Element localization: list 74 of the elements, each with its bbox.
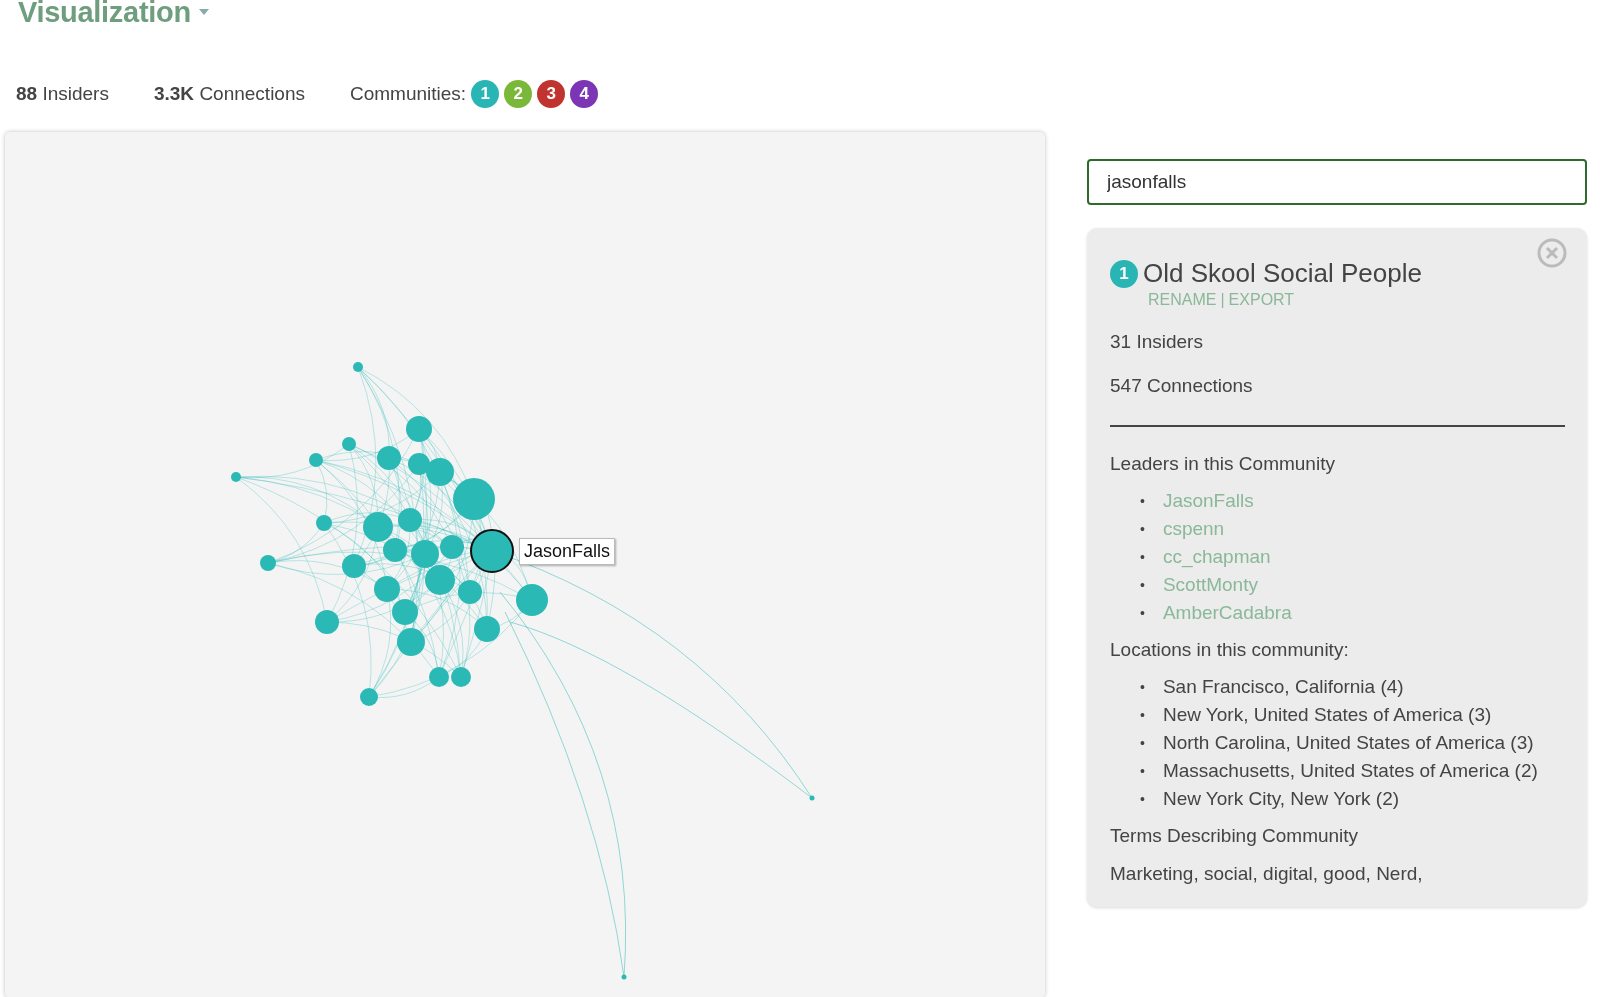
stat-text: 3.3K Connections [153,83,305,105]
bullet-text: • [1140,548,1145,567]
insiders-count: 31 Insiders [1110,331,1204,353]
community-badge[interactable]: 4 [570,80,599,108]
stat-text: 88 Insiders [16,83,109,105]
communities-label: Communities: [350,83,467,105]
community-badge[interactable]: 2 [504,80,533,108]
graph-node[interactable] [440,535,464,559]
leader-link[interactable]: ScottMonty [1162,571,1258,599]
graph-node[interactable] [377,446,401,470]
separator-text: | [1220,291,1225,309]
graph-node[interactable] [363,512,393,542]
graph-node[interactable] [809,795,815,801]
graph-node[interactable] [426,458,454,486]
graph-node[interactable] [353,362,363,372]
community-badge[interactable]: 3 [537,80,566,108]
location-text: New York, United States of America (3) [1162,703,1492,727]
bullet-text: • [1140,706,1145,725]
graph-node[interactable] [316,515,332,531]
graph-node[interactable] [429,667,449,687]
section-heading: Terms Describing Community [1110,825,1360,847]
bullet-text: • [1140,492,1145,511]
location-text: North Carolina, United States of America (3) [1162,731,1534,755]
section-heading: Leaders in this Community [1110,453,1336,475]
community-badge[interactable]: 1 [471,80,500,108]
graph-node[interactable] [231,472,241,482]
community-badge: 1 [1110,259,1138,288]
graph-node[interactable] [451,667,471,687]
bullet-text: • [1140,576,1145,595]
close-button[interactable] [1537,238,1567,268]
graph-node[interactable] [408,453,430,475]
location-text: San Francisco, California (4) [1162,675,1404,699]
bullet-text: • [1140,734,1145,753]
bullet-text: • [1140,790,1145,809]
graph-node[interactable] [474,616,500,642]
graph-node[interactable] [360,688,378,706]
bullet-text: • [1140,604,1145,623]
graph-node[interactable] [397,628,425,656]
rename-link[interactable]: RENAME [1148,291,1217,309]
connections-count: 547 Connections [1110,375,1254,397]
graph-node[interactable] [516,584,548,616]
graph-node[interactable] [458,580,482,604]
graph-node[interactable] [392,599,418,625]
page-title[interactable]: Visualization [18,0,191,29]
graph-node[interactable] [383,538,407,562]
community-title: Old Skool Social People [1143,258,1422,289]
selected-node[interactable] [470,529,514,573]
graph-node[interactable] [411,540,439,568]
section-heading: Locations in this community: [1110,639,1350,661]
graph-node[interactable] [309,453,323,467]
location-text: New York City, New York (2) [1162,787,1400,811]
leader-link[interactable]: cc_chapman [1162,543,1271,571]
search-field[interactable]: jasonfalls [1087,159,1587,205]
terms-text: Marketing, social, digital, good, Nerd, [1110,863,1424,885]
graph-node[interactable] [342,554,366,578]
leader-link[interactable]: AmberCadabra [1162,599,1292,627]
bullet-text: • [1140,520,1145,539]
export-link[interactable]: EXPORT [1228,291,1295,309]
graph-node[interactable] [406,416,432,442]
graph-node[interactable] [342,437,356,451]
location-text: Massachusetts, United States of America (2) [1162,759,1538,783]
graph-node[interactable] [453,478,495,520]
bullet-text: • [1140,678,1145,697]
graph-node[interactable] [374,576,400,602]
graph-node[interactable] [398,508,422,532]
caret-icon[interactable] [198,9,209,15]
node-tooltip: JasonFalls [519,538,616,565]
graph-node[interactable] [315,610,339,634]
leader-link[interactable]: JasonFalls [1162,487,1254,515]
graph-node[interactable] [425,565,455,595]
bullet-text: • [1140,762,1145,781]
graph-node[interactable] [260,555,276,571]
leader-link[interactable]: cspenn [1162,515,1225,543]
graph-node[interactable] [621,974,627,980]
